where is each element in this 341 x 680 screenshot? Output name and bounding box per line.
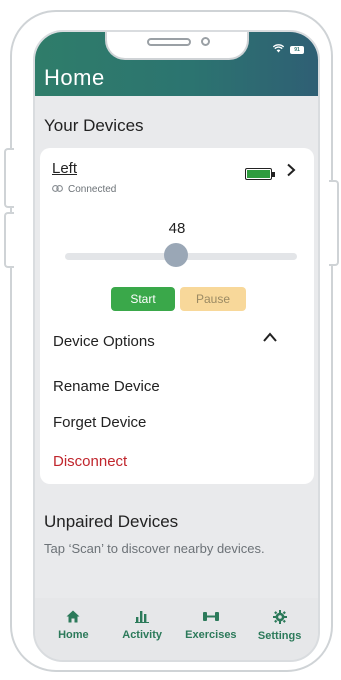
rename-device-option[interactable]: Rename Device — [53, 378, 160, 395]
device-name-link[interactable]: Left — [52, 160, 77, 177]
home-icon — [66, 610, 80, 625]
pause-button[interactable]: Pause — [180, 287, 246, 311]
gear-icon — [272, 610, 287, 626]
battery-level-fill — [247, 170, 270, 178]
speaker-icon — [147, 38, 191, 46]
tab-activity[interactable]: Activity — [111, 610, 173, 660]
connection-status-row: Connected — [52, 184, 116, 195]
link-icon — [52, 184, 63, 195]
chevron-up-icon[interactable] — [262, 330, 278, 348]
unpaired-devices-heading: Unpaired Devices — [44, 512, 179, 531]
bottom-tab-bar: Home Activity Exercises Settings — [35, 598, 318, 660]
tab-label-activity: Activity — [122, 629, 162, 641]
phone-side-button-left-lower — [4, 212, 14, 268]
phone-side-button-right — [329, 180, 339, 266]
intensity-slider-thumb[interactable] — [164, 243, 189, 267]
slider-value: 48 — [168, 220, 186, 237]
connection-status: Connected — [68, 184, 117, 195]
camera-icon — [201, 37, 210, 46]
phone-side-button-left — [4, 148, 14, 208]
phone-screen: 91 Home Your Devices Left Connected 48 S… — [33, 30, 320, 662]
page-title: Home — [44, 65, 105, 90]
device-battery-icon — [245, 168, 275, 180]
bar-chart-icon — [135, 610, 150, 625]
status-battery-icon: 91 — [290, 46, 304, 54]
disconnect-option[interactable]: Disconnect — [53, 453, 127, 470]
tab-exercises[interactable]: Exercises — [180, 610, 242, 660]
dumbbell-icon — [202, 610, 220, 625]
phone-notch — [105, 32, 249, 60]
device-options-heading[interactable]: Device Options — [53, 333, 155, 350]
chevron-right-icon[interactable] — [286, 163, 296, 181]
tab-settings[interactable]: Settings — [249, 610, 311, 660]
device-card: Left Connected 48 Start Pause Device Opt… — [40, 148, 314, 484]
tab-home[interactable]: Home — [42, 610, 104, 660]
forget-device-option[interactable]: Forget Device — [53, 414, 146, 431]
tab-label-settings: Settings — [257, 630, 302, 642]
start-button[interactable]: Start — [111, 287, 175, 311]
your-devices-heading: Your Devices — [44, 116, 144, 135]
scan-hint: Tap ‘Scan’ to discover nearby devices. — [44, 541, 265, 556]
tab-label-exercises: Exercises — [185, 629, 237, 641]
wifi-icon — [272, 44, 285, 56]
status-icons: 91 — [272, 44, 304, 56]
tab-label-home: Home — [58, 629, 89, 641]
battery-tip — [272, 172, 275, 177]
